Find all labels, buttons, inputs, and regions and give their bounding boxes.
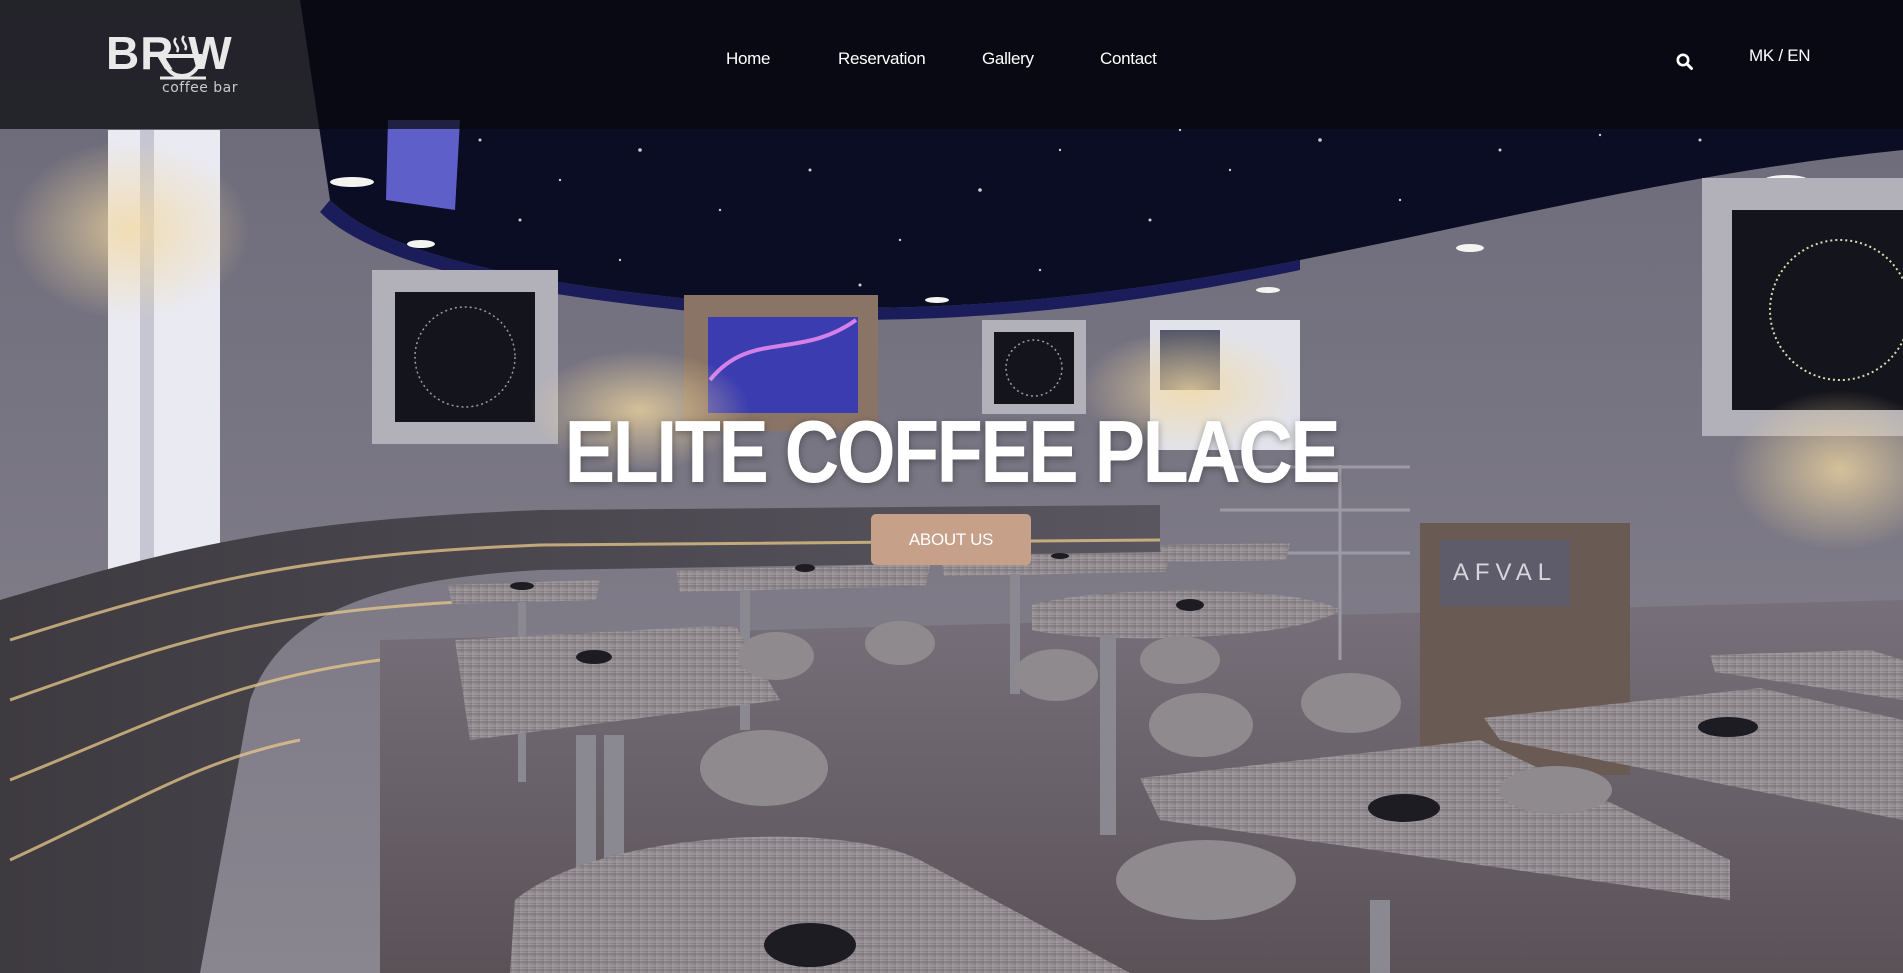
nav-reservation[interactable]: Reservation	[838, 49, 926, 69]
site-header: BR W coffee bar Home Reservation Gallery…	[0, 0, 1903, 129]
about-us-button[interactable]: ABOUT US	[871, 514, 1031, 565]
language-separator: /	[1778, 46, 1788, 65]
afval-sign: AFVAL	[1453, 559, 1557, 586]
language-en[interactable]: EN	[1787, 46, 1810, 65]
logo-tagline: coffee bar	[162, 80, 239, 96]
nav-home[interactable]: Home	[726, 49, 770, 69]
coffee-cup-icon	[160, 35, 206, 80]
nav-gallery[interactable]: Gallery	[982, 49, 1034, 69]
brew-logo[interactable]: BR W coffee bar	[106, 30, 246, 100]
hero-title: ELITE COFFEE PLACE	[564, 402, 1341, 501]
language-switcher: MK / EN	[1749, 46, 1811, 66]
search-icon	[1676, 53, 1693, 70]
nav-contact[interactable]: Contact	[1100, 49, 1157, 69]
search-button[interactable]	[1675, 52, 1695, 72]
language-mk[interactable]: MK	[1749, 46, 1774, 65]
